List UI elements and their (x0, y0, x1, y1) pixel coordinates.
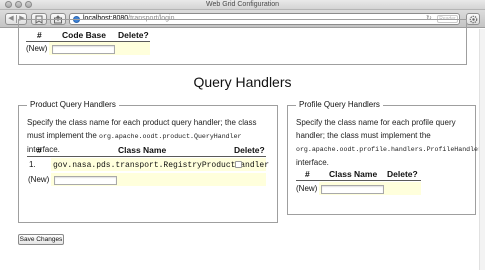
product-number-header: # (37, 145, 42, 155)
back-icon[interactable]: ◀ (6, 14, 16, 24)
product-class-name-header: Class Name (118, 145, 167, 155)
new-code-base-input[interactable] (52, 45, 115, 54)
code-base-number-header: # (37, 30, 42, 40)
profile-query-handlers-legend: Profile Query Handlers (296, 100, 383, 110)
profile-new-label: (New) (296, 184, 318, 193)
code-base-fieldset: # Code Base Delete? (New) (18, 19, 467, 65)
page-scrollbar[interactable] (479, 29, 485, 270)
gear-icon (469, 15, 477, 24)
save-changes-button[interactable]: Save Changes (18, 234, 64, 245)
new-profile-handler-input[interactable] (321, 185, 384, 194)
product-query-handlers-fieldset: Product Query Handlers Specify the class… (18, 100, 278, 223)
page-content: # Code Base Delete? (New) Query Handlers… (0, 19, 485, 270)
window-title-bar: Web Grid Configuration (0, 0, 485, 10)
code-base-new-label: (New) (26, 44, 48, 53)
profile-interface-name: org.apache.oodt.profile.handlers.Profile… (296, 146, 482, 153)
product-row-delete-checkbox[interactable] (235, 161, 242, 168)
profile-query-handlers-fieldset: Profile Query Handlers Specify the class… (287, 100, 482, 215)
profile-query-handlers-description: Specify the class name for each profile … (296, 118, 482, 167)
settings-button[interactable] (466, 13, 480, 25)
profile-header-rule (296, 180, 421, 181)
product-interface-name: org.apache.oodt.product.QueryHandler (99, 133, 242, 140)
code-base-name-header: Code Base (62, 30, 106, 40)
product-new-label: (New) (28, 175, 50, 184)
code-base-delete-header: Delete? (118, 30, 149, 40)
product-header-rule (27, 156, 266, 157)
product-query-handlers-legend: Product Query Handlers (27, 100, 119, 110)
product-row-number: 1. (29, 160, 36, 169)
section-title: Query Handlers (193, 74, 292, 90)
profile-delete-header: Delete? (387, 169, 418, 179)
profile-class-name-header: Class Name (329, 169, 378, 179)
window-title: Web Grid Configuration (205, 1, 280, 8)
new-product-handler-input[interactable] (54, 176, 117, 185)
profile-number-header: # (305, 169, 310, 179)
product-delete-header: Delete? (234, 145, 265, 155)
